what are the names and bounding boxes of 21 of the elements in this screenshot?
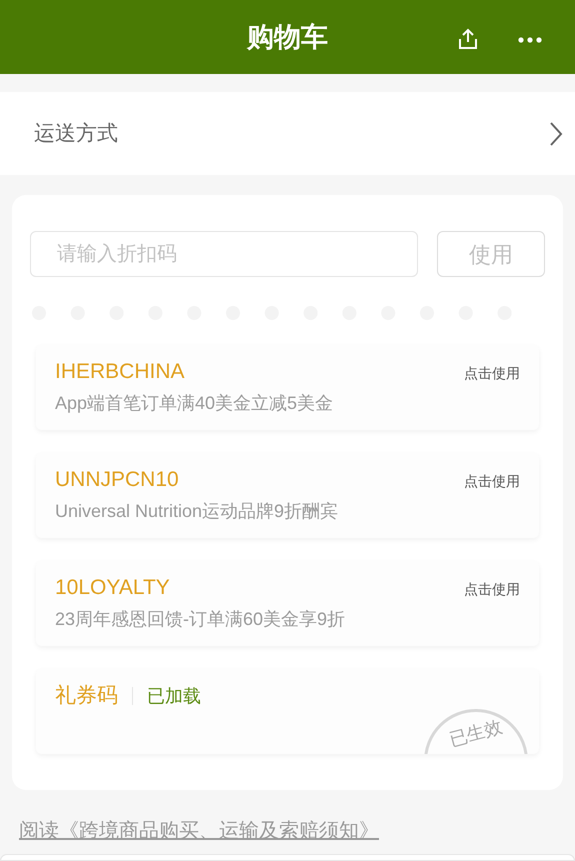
- use-coupon-link[interactable]: 点击使用: [464, 363, 520, 384]
- page-title: 购物车: [247, 20, 328, 54]
- stamp-text: 已生效: [446, 715, 506, 752]
- more-icon[interactable]: [518, 37, 542, 43]
- share-icon[interactable]: [457, 28, 479, 50]
- coupon-description: Universal Nutrition运动品牌9折酬宾: [55, 500, 338, 523]
- use-coupon-link[interactable]: 点击使用: [464, 471, 520, 492]
- coupon-description: 23周年感恩回馈-订单满60美金享9折: [55, 608, 346, 631]
- use-coupon-link[interactable]: 点击使用: [464, 579, 520, 600]
- coupon-card[interactable]: UNNJPCN10 Universal Nutrition运动品牌9折酬宾 点击使用: [36, 453, 539, 538]
- gift-code-label: 礼券码: [55, 683, 118, 709]
- coupon-description: App端首笔订单满40美金立减5美金: [55, 392, 334, 415]
- coupon-card[interactable]: IHERBCHINA App端首笔订单满40美金立减5美金 点击使用: [36, 345, 539, 430]
- promo-code-field[interactable]: 请输入折扣码: [30, 231, 418, 277]
- gift-code-status: 已加载: [147, 685, 201, 708]
- coupon-code: 10LOYALTY: [55, 575, 171, 601]
- coupon-code: UNNJPCN10: [55, 467, 180, 493]
- shipping-row[interactable]: 运送方式: [0, 92, 575, 175]
- coupon-card[interactable]: 10LOYALTY 23周年感恩回馈-订单满60美金享9折 点击使用: [36, 561, 539, 646]
- coupon-code: IHERBCHINA: [55, 359, 186, 385]
- chevron-right-icon: [549, 120, 563, 146]
